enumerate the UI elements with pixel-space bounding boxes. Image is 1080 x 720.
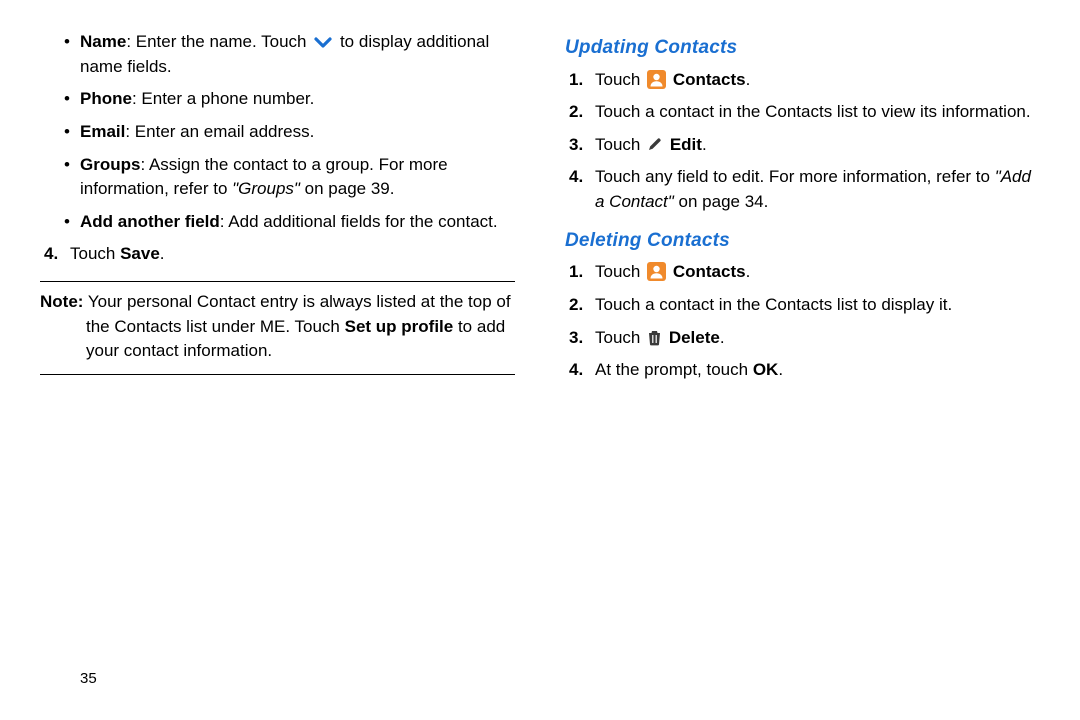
deleting-step-1-post: . — [746, 262, 751, 281]
deleting-step-4-num: 4. — [569, 358, 583, 383]
updating-step-4-num: 4. — [569, 165, 583, 190]
bullet-groups: Groups: Assign the contact to a group. F… — [80, 153, 515, 202]
chevron-down-icon — [313, 35, 333, 49]
deleting-step-1-bold: Contacts — [673, 262, 746, 281]
updating-step-4: 4. Touch any field to edit. For more inf… — [591, 165, 1040, 214]
bullet-name-label: Name — [80, 32, 126, 51]
left-step-4-num: 4. — [44, 242, 58, 267]
note-setup-profile: Set up profile — [345, 317, 454, 336]
field-bullet-list: Name: Enter the name. Touch to display a… — [40, 30, 515, 234]
right-column: Updating Contacts 1. Touch Contacts. 2. … — [565, 30, 1040, 391]
contacts-icon — [647, 262, 666, 281]
bullet-add-field-label: Add another field — [80, 212, 220, 231]
deleting-step-3-num: 3. — [569, 326, 583, 351]
updating-step-4-pre: Touch any field to edit. For more inform… — [595, 167, 995, 186]
left-step-4-post: . — [160, 244, 165, 263]
pencil-icon — [647, 136, 663, 152]
left-steps: 4. Touch Save. — [40, 242, 515, 267]
updating-step-3-num: 3. — [569, 133, 583, 158]
bullet-name-text-before: : Enter the name. Touch — [126, 32, 311, 51]
deleting-step-3-pre: Touch — [595, 328, 645, 347]
updating-step-4-tail: on page 34. — [674, 192, 769, 211]
updating-step-1-pre: Touch — [595, 70, 645, 89]
bullet-add-field-text: : Add additional fields for the contact. — [220, 212, 498, 231]
deleting-step-4-pre: At the prompt, touch — [595, 360, 753, 379]
deleting-step-2-text: Touch a contact in the Contacts list to … — [595, 295, 952, 314]
updating-step-1-post: . — [746, 70, 751, 89]
updating-step-2: 2. Touch a contact in the Contacts list … — [591, 100, 1040, 125]
trash-icon — [647, 329, 662, 346]
updating-step-3-bold: Edit — [670, 135, 702, 154]
bullet-email-text: : Enter an email address. — [125, 122, 314, 141]
page-number: 35 — [80, 668, 97, 690]
updating-step-2-num: 2. — [569, 100, 583, 125]
updating-steps: 1. Touch Contacts. 2. Touch a contact in… — [565, 68, 1040, 215]
updating-step-3-pre: Touch — [595, 135, 645, 154]
left-step-4-pre: Touch — [70, 244, 120, 263]
bullet-name: Name: Enter the name. Touch to display a… — [80, 30, 515, 79]
updating-step-1-num: 1. — [569, 68, 583, 93]
left-column: Name: Enter the name. Touch to display a… — [40, 30, 515, 391]
deleting-step-1: 1. Touch Contacts. — [591, 260, 1040, 285]
deleting-step-4-post: . — [778, 360, 783, 379]
bullet-groups-label: Groups — [80, 155, 140, 174]
left-step-4-bold: Save — [120, 244, 160, 263]
left-step-4: 4. Touch Save. — [66, 242, 515, 267]
deleting-step-1-num: 1. — [569, 260, 583, 285]
page-columns: Name: Enter the name. Touch to display a… — [40, 30, 1040, 391]
note-body: Note: Your personal Contact entry is alw… — [40, 290, 515, 364]
bullet-phone: Phone: Enter a phone number. — [80, 87, 515, 112]
deleting-step-2: 2. Touch a contact in the Contacts list … — [591, 293, 1040, 318]
deleting-step-2-num: 2. — [569, 293, 583, 318]
updating-step-1: 1. Touch Contacts. — [591, 68, 1040, 93]
deleting-steps: 1. Touch Contacts. 2. Touch a contact in… — [565, 260, 1040, 383]
note-label: Note: — [40, 292, 83, 311]
updating-step-3: 3. Touch Edit. — [591, 133, 1040, 158]
deleting-step-4-bold: OK — [753, 360, 779, 379]
note-block: Note: Your personal Contact entry is alw… — [40, 281, 515, 375]
deleting-step-3-bold: Delete — [669, 328, 720, 347]
heading-deleting-contacts: Deleting Contacts — [565, 227, 1040, 255]
bullet-email: Email: Enter an email address. — [80, 120, 515, 145]
heading-updating-contacts: Updating Contacts — [565, 34, 1040, 62]
bullet-groups-ref: "Groups" — [232, 179, 300, 198]
deleting-step-3: 3. Touch Delete. — [591, 326, 1040, 351]
updating-step-1-bold: Contacts — [673, 70, 746, 89]
updating-step-2-text: Touch a contact in the Contacts list to … — [595, 102, 1031, 121]
deleting-step-1-pre: Touch — [595, 262, 645, 281]
updating-step-3-post: . — [702, 135, 707, 154]
bullet-phone-label: Phone — [80, 89, 132, 108]
bullet-groups-tail: on page 39. — [300, 179, 395, 198]
deleting-step-3-post: . — [720, 328, 725, 347]
deleting-step-4: 4. At the prompt, touch OK. — [591, 358, 1040, 383]
bullet-phone-text: : Enter a phone number. — [132, 89, 314, 108]
bullet-email-label: Email — [80, 122, 125, 141]
bullet-add-field: Add another field: Add additional fields… — [80, 210, 515, 235]
contacts-icon — [647, 70, 666, 89]
